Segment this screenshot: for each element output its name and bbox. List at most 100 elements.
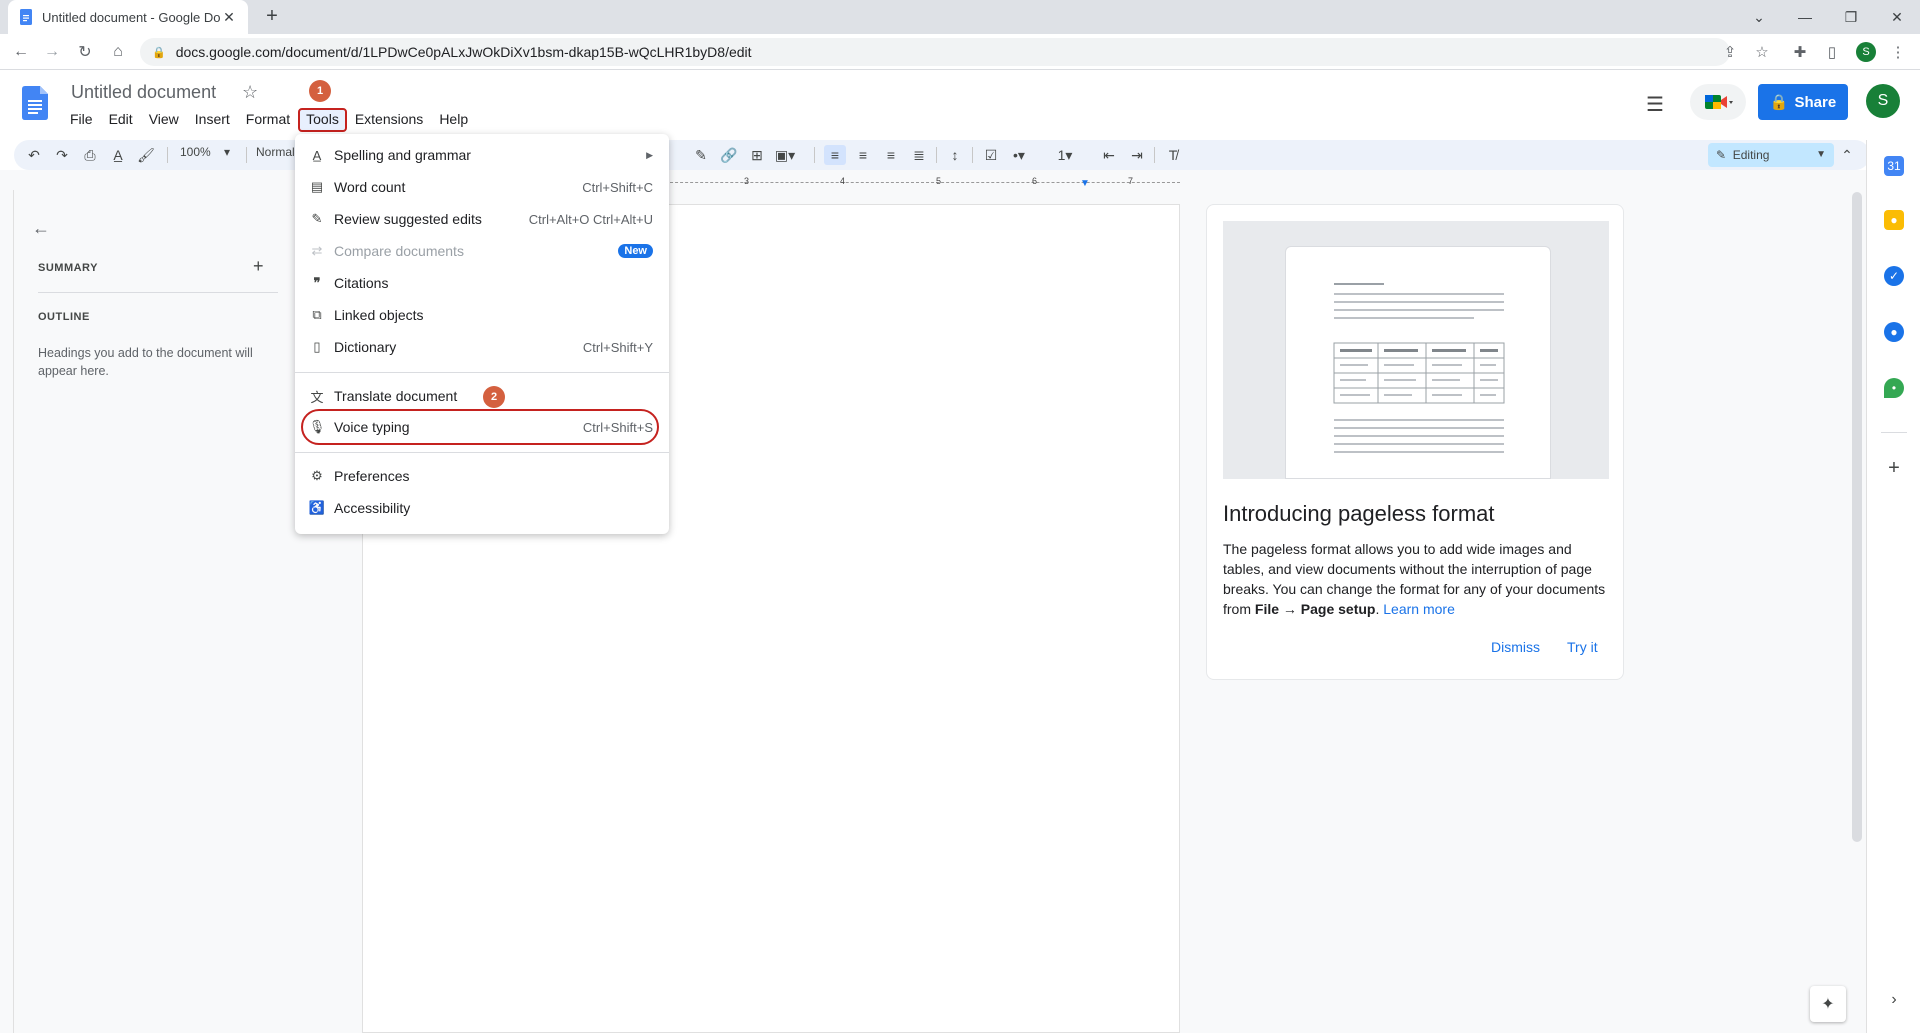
menu-format[interactable]: Format bbox=[238, 108, 298, 132]
document-title[interactable]: Untitled document bbox=[71, 82, 216, 103]
home-icon[interactable]: ⌂ bbox=[106, 40, 130, 64]
browser-tab[interactable]: Untitled document - Google Doc ✕ bbox=[8, 0, 248, 34]
meet-button[interactable] bbox=[1690, 84, 1746, 120]
add-addon-icon[interactable]: + bbox=[1884, 457, 1904, 479]
add-comment-icon[interactable]: ⊞ bbox=[746, 145, 768, 165]
menu-item-linked-objects[interactable]: ⧉ Linked objects bbox=[295, 300, 669, 330]
back-arrow-icon[interactable]: ← bbox=[32, 218, 50, 239]
side-panel-icon[interactable]: ▯ bbox=[1820, 40, 1844, 64]
address-bar[interactable]: 🔒 docs.google.com/document/d/1LPDwCe0pAL… bbox=[140, 38, 1730, 66]
editing-mode-select[interactable]: ✎ Editing ▼ bbox=[1708, 143, 1834, 167]
menu-divider bbox=[295, 372, 669, 373]
docs-favicon-icon bbox=[20, 9, 32, 25]
star-icon[interactable]: ☆ bbox=[242, 82, 258, 103]
insert-link-icon[interactable]: 🔗 bbox=[718, 145, 740, 165]
menu-edit[interactable]: Edit bbox=[101, 108, 141, 132]
menu-item-translate[interactable]: 文 Translate document bbox=[295, 381, 669, 411]
minimize-icon[interactable]: — bbox=[1782, 0, 1828, 34]
tab-search-icon[interactable]: ⌄ bbox=[1736, 0, 1782, 34]
spellcheck-icon: A̲ bbox=[312, 147, 322, 163]
menu-tools[interactable]: Tools bbox=[298, 108, 347, 132]
add-summary-icon[interactable]: + bbox=[253, 256, 264, 277]
forward-icon[interactable]: → bbox=[40, 40, 64, 64]
back-icon[interactable]: ← bbox=[9, 40, 33, 64]
lock-icon[interactable]: 🔒 bbox=[152, 46, 166, 59]
shortcut: Ctrl+Alt+O Ctrl+Alt+U bbox=[528, 211, 653, 227]
docs-logo-icon[interactable] bbox=[22, 86, 48, 120]
keep-icon[interactable]: ● bbox=[1884, 210, 1904, 230]
bulleted-list-icon[interactable]: •▾ bbox=[1008, 145, 1030, 165]
right-indent-marker[interactable]: ▼ bbox=[1080, 178, 1090, 189]
outline-heading: OUTLINE bbox=[38, 311, 90, 323]
increase-indent-icon[interactable]: ⇥ bbox=[1126, 145, 1148, 165]
print-icon[interactable]: ⎙ bbox=[79, 145, 101, 165]
new-tab-icon[interactable]: + bbox=[260, 5, 284, 29]
menu-item-voice-typing[interactable]: 🎙 Voice typing Ctrl+Shift+S bbox=[295, 412, 669, 442]
maps-icon[interactable]: • bbox=[1884, 378, 1904, 398]
paint-format-icon[interactable]: 🖌 bbox=[135, 145, 157, 165]
extensions-icon[interactable]: ✚ bbox=[1788, 40, 1812, 64]
quote-icon: ❞ bbox=[313, 275, 321, 290]
restore-icon[interactable]: ❐ bbox=[1828, 0, 1874, 34]
align-center-icon[interactable]: ≡ bbox=[852, 145, 874, 165]
checklist-icon[interactable]: ☑ bbox=[980, 145, 1002, 165]
zoom-select[interactable]: 100% ▾ bbox=[180, 145, 230, 159]
menu-item-preferences[interactable]: ⚙ Preferences bbox=[295, 461, 669, 491]
align-left-icon[interactable]: ≡ bbox=[824, 145, 846, 165]
reload-icon[interactable]: ↻ bbox=[73, 40, 97, 64]
browser-toolbar: ← → ↻ ⌂ 🔒 docs.google.com/document/d/1LP… bbox=[0, 34, 1920, 70]
menu-view[interactable]: View bbox=[141, 108, 187, 132]
line-spacing-icon[interactable]: ↕ bbox=[944, 145, 966, 165]
tasks-icon[interactable]: ✓ bbox=[1884, 266, 1904, 286]
insert-image-icon[interactable]: ▣▾ bbox=[774, 145, 796, 165]
numbered-list-icon[interactable]: 1▾ bbox=[1054, 145, 1076, 165]
menu-item-compare[interactable]: ⇄ Compare documents New bbox=[295, 236, 669, 266]
comments-icon[interactable]: ☰ bbox=[1646, 92, 1664, 117]
url-text: docs.google.com/document/d/1LPDwCe0pALxJ… bbox=[175, 44, 752, 60]
menu-item-word-count[interactable]: ▤ Word count Ctrl+Shift+C bbox=[295, 172, 669, 202]
formatting-toolbar: ↶ ↷ ⎙ A̲ 🖌 100% ▾ Normal ✎ 🔗 ⊞ ▣▾ ≡ ≡ ≡ … bbox=[14, 140, 1870, 170]
learn-more-link[interactable]: Learn more bbox=[1383, 601, 1455, 617]
horizontal-ruler: 3 4 5 6 7 ▼ bbox=[660, 176, 1180, 189]
browser-profile-avatar[interactable]: S bbox=[1856, 42, 1876, 62]
justify-icon[interactable]: ≣ bbox=[908, 145, 930, 165]
vertical-ruler bbox=[0, 190, 14, 1033]
menu-help[interactable]: Help bbox=[431, 108, 476, 132]
menu-extensions[interactable]: Extensions bbox=[347, 108, 431, 132]
contacts-icon[interactable]: ● bbox=[1884, 322, 1904, 342]
pageless-format-card: Introducing pageless format The pageless… bbox=[1206, 204, 1624, 680]
dismiss-button[interactable]: Dismiss bbox=[1491, 639, 1540, 655]
share-button[interactable]: 🔒 Share bbox=[1758, 84, 1848, 120]
bookmark-star-icon[interactable]: ☆ bbox=[1750, 40, 1774, 64]
pageless-illustration bbox=[1223, 221, 1609, 479]
menu-item-accessibility[interactable]: ♿ Accessibility bbox=[295, 493, 669, 523]
browser-menu-icon[interactable]: ⋮ bbox=[1886, 40, 1910, 64]
explore-icon[interactable]: ✦ bbox=[1810, 986, 1846, 1022]
menu-item-review-edits[interactable]: ✎ Review suggested edits Ctrl+Alt+O Ctrl… bbox=[295, 204, 669, 234]
menu-item-spelling[interactable]: A̲ Spelling and grammar ▶ bbox=[295, 140, 669, 170]
menu-item-citations[interactable]: ❞ Citations bbox=[295, 268, 669, 298]
account-avatar[interactable]: S bbox=[1866, 84, 1900, 118]
style-select[interactable]: Normal bbox=[256, 145, 295, 159]
undo-icon[interactable]: ↶ bbox=[23, 145, 45, 165]
highlight-icon[interactable]: ✎ bbox=[690, 145, 712, 165]
calendar-icon[interactable]: 31 bbox=[1884, 156, 1904, 176]
menu-file[interactable]: File bbox=[62, 108, 101, 132]
clear-formatting-icon[interactable]: T̸ bbox=[1162, 145, 1184, 165]
menu-item-label: Linked objects bbox=[334, 307, 424, 323]
scrollbar[interactable] bbox=[1852, 192, 1862, 842]
show-side-panel-icon[interactable]: › bbox=[1884, 990, 1904, 1010]
collapse-menus-icon[interactable]: ⌃ bbox=[1836, 145, 1858, 165]
spellcheck-toolbar-icon[interactable]: A̲ bbox=[107, 145, 129, 165]
redo-icon[interactable]: ↷ bbox=[51, 145, 73, 165]
menu-insert[interactable]: Insert bbox=[187, 108, 238, 132]
try-it-button[interactable]: Try it bbox=[1567, 639, 1598, 655]
menu-item-dictionary[interactable]: ▯ Dictionary Ctrl+Shift+Y bbox=[295, 332, 669, 362]
tab-close-icon[interactable]: ✕ bbox=[220, 9, 238, 26]
dictionary-icon: ▯ bbox=[313, 339, 321, 354]
align-right-icon[interactable]: ≡ bbox=[880, 145, 902, 165]
decrease-indent-icon[interactable]: ⇤ bbox=[1098, 145, 1120, 165]
window-close-icon[interactable]: ✕ bbox=[1874, 0, 1920, 34]
share-page-icon[interactable]: ⇪ bbox=[1718, 40, 1742, 64]
tools-dropdown: A̲ Spelling and grammar ▶ ▤ Word count C… bbox=[295, 134, 669, 534]
